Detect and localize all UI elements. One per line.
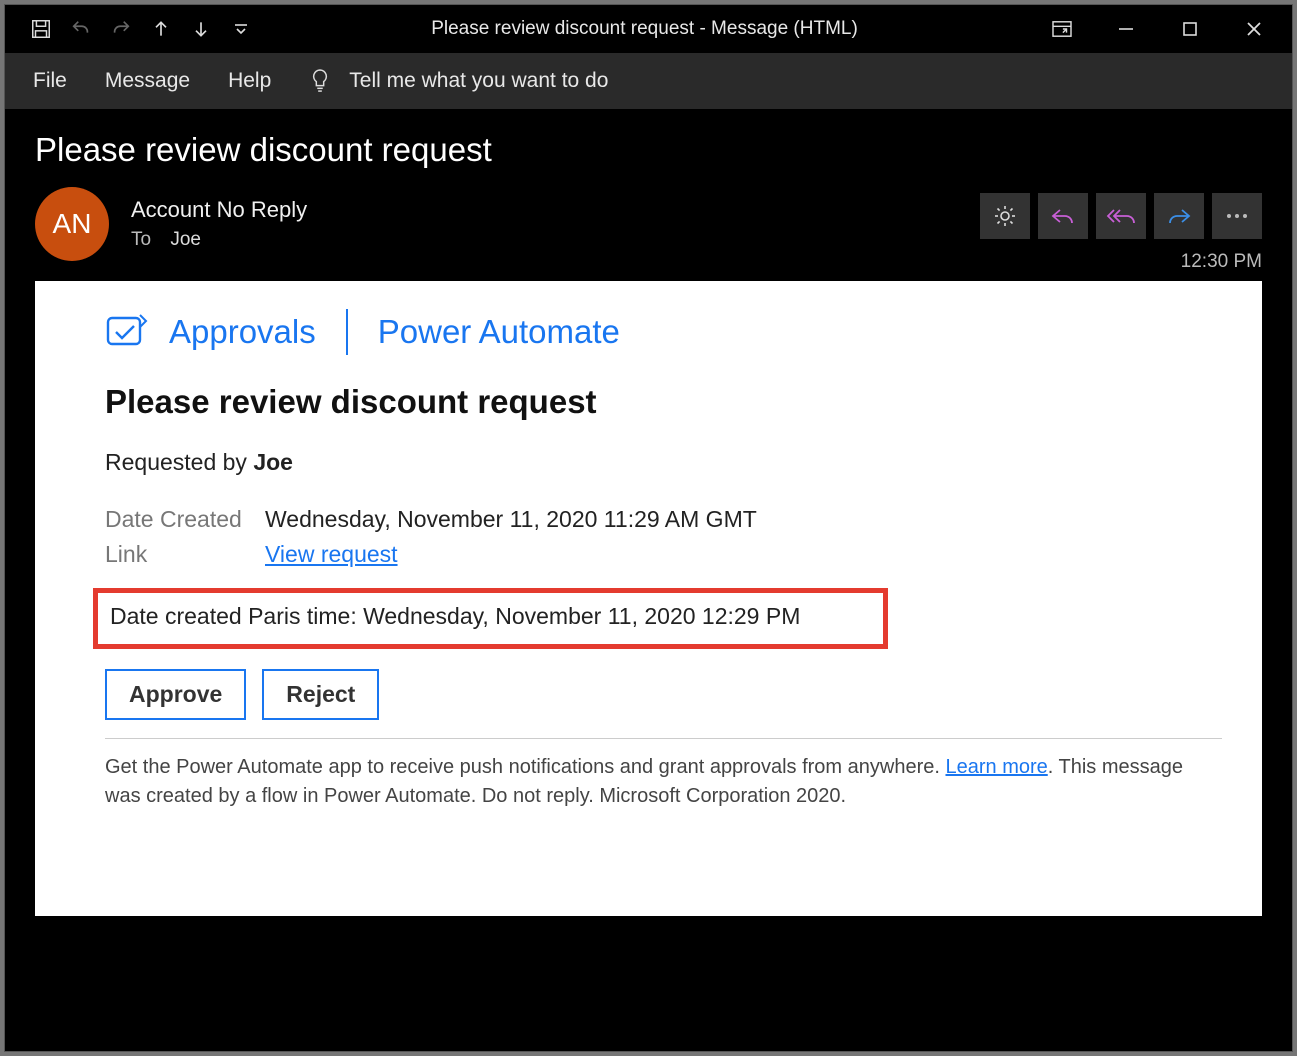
header-divider <box>346 309 348 355</box>
footer-divider <box>105 738 1222 739</box>
sender-name: Account No Reply <box>131 197 307 223</box>
minimize-icon[interactable] <box>1094 8 1158 50</box>
email-body: Approvals Power Automate Please review d… <box>35 281 1262 916</box>
message-time: 12:30 PM <box>1181 251 1262 273</box>
approval-title: Please review discount request <box>105 383 1222 421</box>
maximize-icon[interactable] <box>1158 8 1222 50</box>
approvals-icon <box>105 312 151 352</box>
requested-by: Requested by Joe <box>105 449 1222 476</box>
approvals-label: Approvals <box>169 313 316 351</box>
footer-part1: Get the Power Automate app to receive pu… <box>105 756 945 778</box>
requested-by-prefix: Requested by <box>105 449 253 475</box>
ribbon-display-icon[interactable] <box>1030 8 1094 50</box>
lightbulb-icon <box>309 68 331 94</box>
view-request-link[interactable]: View request <box>265 541 398 568</box>
highlight-text: Date created Paris time: Wednesday, Nove… <box>110 603 800 629</box>
forward-icon[interactable] <box>1154 193 1204 239</box>
reject-button[interactable]: Reject <box>262 669 379 720</box>
requested-by-name: Joe <box>253 449 293 475</box>
footer-text: Get the Power Automate app to receive pu… <box>105 753 1222 811</box>
link-label: Link <box>105 541 265 568</box>
message-actions <box>980 193 1262 239</box>
menu-help[interactable]: Help <box>228 69 271 93</box>
menu-file[interactable]: File <box>33 69 67 93</box>
reply-all-icon[interactable] <box>1096 193 1146 239</box>
learn-more-link[interactable]: Learn more <box>945 756 1047 778</box>
tell-me-label: Tell me what you want to do <box>349 69 608 93</box>
to-label: To <box>131 229 151 250</box>
power-automate-label: Power Automate <box>378 313 620 351</box>
message-subject: Please review discount request <box>35 131 1262 169</box>
toggle-dark-icon[interactable] <box>980 193 1030 239</box>
recipient-line: To Joe <box>131 229 307 251</box>
more-actions-icon[interactable] <box>1212 193 1262 239</box>
menu-bar: File Message Help Tell me what you want … <box>5 53 1292 109</box>
menu-message[interactable]: Message <box>105 69 190 93</box>
window-title: Please review discount request - Message… <box>259 18 1030 40</box>
approval-actions: Approve Reject <box>105 669 1222 720</box>
title-bar: Please review discount request - Message… <box>5 5 1292 53</box>
message-window: Please review discount request - Message… <box>4 4 1293 1052</box>
tell-me-search[interactable]: Tell me what you want to do <box>309 68 608 94</box>
date-created-value: Wednesday, November 11, 2020 11:29 AM GM… <box>265 506 757 533</box>
save-icon[interactable] <box>23 11 59 47</box>
close-icon[interactable] <box>1222 8 1286 50</box>
approve-button[interactable]: Approve <box>105 669 246 720</box>
power-automate-header: Approvals Power Automate <box>105 309 1222 355</box>
undo-icon[interactable] <box>63 11 99 47</box>
avatar[interactable]: AN <box>35 187 109 261</box>
next-item-icon[interactable] <box>183 11 219 47</box>
highlight-annotation: Date created Paris time: Wednesday, Nove… <box>93 588 888 649</box>
reply-icon[interactable] <box>1038 193 1088 239</box>
date-created-row: Date Created Wednesday, November 11, 202… <box>105 506 1222 533</box>
link-row: Link View request <box>105 541 1222 568</box>
date-created-label: Date Created <box>105 506 265 533</box>
to-name: Joe <box>170 229 201 250</box>
customize-qat-icon[interactable] <box>223 11 259 47</box>
previous-item-icon[interactable] <box>143 11 179 47</box>
redo-icon[interactable] <box>103 11 139 47</box>
message-header: Please review discount request AN Accoun… <box>5 109 1292 281</box>
